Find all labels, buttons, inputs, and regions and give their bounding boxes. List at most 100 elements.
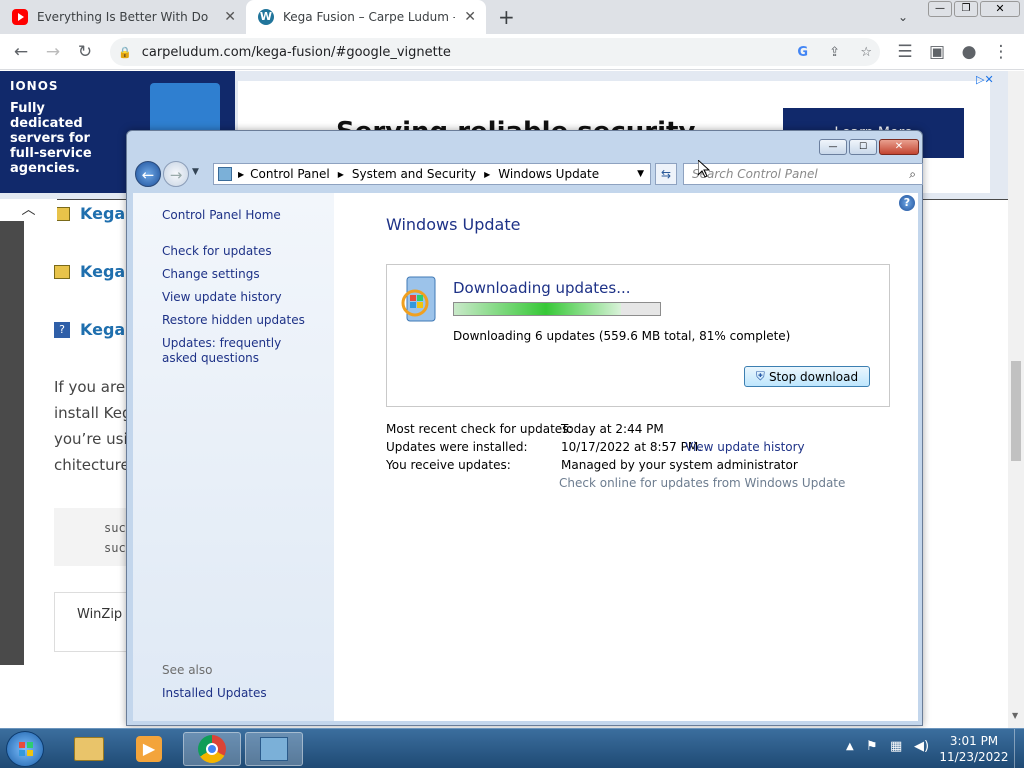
forward-icon[interactable]: → <box>38 34 68 70</box>
maximize-icon[interactable]: ☐ <box>849 139 877 155</box>
breadcrumb[interactable]: ▶ Control Panel ▶ System and Security ▶ … <box>213 163 651 185</box>
windows-update-icon <box>401 275 441 325</box>
paragraph-line: you’re usi <box>54 430 128 448</box>
control-panel-home-link[interactable]: Control Panel Home <box>162 208 281 222</box>
left-navigation-pane: Control Panel Home Check for updates Cha… <box>133 193 334 721</box>
show-desktop-button[interactable] <box>1014 729 1024 768</box>
clock[interactable]: 3:01 PM 11/23/2022 <box>935 733 1013 765</box>
chevron-right-icon: ▶ <box>238 169 245 179</box>
view-update-history-link[interactable]: View update history <box>685 440 805 454</box>
list-item-label: Kega <box>80 320 126 339</box>
status-title: Downloading updates... <box>453 279 631 297</box>
volume-icon[interactable]: ◀) <box>914 739 929 754</box>
close-icon[interactable]: ✕ <box>879 139 919 155</box>
view-update-history-link[interactable]: View update history <box>162 290 282 304</box>
recent-pages-icon[interactable]: ▼ <box>192 167 199 177</box>
info-value: Managed by your system administrator <box>561 458 798 472</box>
network-icon[interactable]: ▦ <box>890 739 902 754</box>
download-progress-bar <box>453 302 661 316</box>
paragraph-line: chitecture <box>54 456 130 474</box>
restore-icon[interactable]: ❐ <box>954 1 978 17</box>
paragraph-line: If you are <box>54 378 126 396</box>
chevron-right-icon: ▶ <box>337 169 344 179</box>
browser-toolbar: ← → ↻ 🔒 carpeludum.com/kega-fusion/#goog… <box>0 34 1024 70</box>
tab-title: Kega Fusion – Carpe Ludum – Ei <box>283 10 455 24</box>
chevron-down-icon[interactable]: ▼ <box>637 169 644 179</box>
back-icon[interactable]: ← <box>135 161 161 187</box>
collapse-ad-icon[interactable]: ︿ <box>0 199 57 221</box>
refresh-icon[interactable]: ⇆ <box>655 163 677 185</box>
faq-link[interactable]: Updates: frequently asked questions <box>162 336 312 366</box>
reload-icon[interactable]: ↻ <box>70 34 100 70</box>
media-player-icon[interactable]: ▶ <box>120 732 178 766</box>
progress-fill <box>454 303 621 315</box>
restore-hidden-updates-link[interactable]: Restore hidden updates <box>162 313 305 327</box>
minimize-icon[interactable]: — <box>928 1 952 17</box>
share-icon[interactable]: ⇪ <box>829 45 840 60</box>
close-window-icon[interactable]: ✕ <box>980 1 1020 17</box>
action-center-icon[interactable]: ⚑ <box>866 739 878 754</box>
windows-logo-icon <box>19 742 33 756</box>
article-paragraph: If you are install Keg you’re usi chitec… <box>54 374 132 478</box>
info-label: Most recent check for updates: <box>386 422 573 436</box>
see-also-label: See also <box>162 663 213 677</box>
google-icon[interactable]: G <box>797 45 808 60</box>
help-icon[interactable]: ? <box>899 195 915 211</box>
menu-icon[interactable]: ⋮ <box>986 34 1016 70</box>
check-online-link[interactable]: Check online for updates from Windows Up… <box>559 476 845 490</box>
installed-updates-link[interactable]: Installed Updates <box>162 686 267 700</box>
check-for-updates-link[interactable]: Check for updates <box>162 244 272 258</box>
show-hidden-icons[interactable]: ▲ <box>846 741 854 752</box>
shield-icon: ⛨ <box>755 369 765 383</box>
breadcrumb-item[interactable]: System and Security <box>352 167 476 181</box>
search-input[interactable]: Search Control Panel ⌕ <box>683 163 923 185</box>
update-status-box: Downloading updates... Downloading 6 upd… <box>386 264 890 407</box>
mouse-cursor <box>697 158 711 182</box>
forward-icon[interactable]: → <box>163 161 189 187</box>
ad-choices-icon[interactable]: ▷✕ <box>976 73 994 86</box>
lock-icon: 🔒 <box>118 45 132 59</box>
close-tab-icon[interactable]: ✕ <box>464 9 476 25</box>
tab-kega-fusion[interactable]: W Kega Fusion – Carpe Ludum – Ei ✕ <box>246 0 486 34</box>
clock-time: 3:01 PM <box>949 734 999 748</box>
wordpress-icon: W <box>258 9 274 25</box>
window-controls: — ❐ ✕ <box>928 1 1020 17</box>
url-text: carpeludum.com/kega-fusion/#google_vigne… <box>141 44 451 60</box>
address-bar[interactable]: 🔒 carpeludum.com/kega-fusion/#google_vig… <box>110 38 880 66</box>
page-scrollbar[interactable]: ▼ <box>1008 71 1024 728</box>
list-item[interactable]: ? Kega <box>54 320 125 339</box>
chrome-icon[interactable] <box>183 732 241 766</box>
help-file-icon: ? <box>54 321 70 338</box>
search-placeholder: Search Control Panel <box>692 167 818 181</box>
breadcrumb-item[interactable]: Windows Update <box>498 167 599 181</box>
start-button[interactable] <box>6 731 44 767</box>
control-panel-icon <box>218 167 232 181</box>
scrollbar-thumb[interactable] <box>1011 361 1021 461</box>
search-icon[interactable]: ⌕ <box>909 167 916 182</box>
file-explorer-icon[interactable] <box>60 732 118 766</box>
breadcrumb-item[interactable]: Control Panel <box>250 167 330 181</box>
info-label: Updates were installed: <box>386 440 528 454</box>
bookmark-star-icon[interactable]: ☆ <box>860 45 872 60</box>
tab-youtube[interactable]: Everything Is Better With Doodle ✕ <box>12 0 242 34</box>
youtube-icon <box>12 9 28 25</box>
reading-list-icon[interactable]: ☰ <box>890 34 920 70</box>
scroll-down-icon[interactable]: ▼ <box>1012 711 1018 720</box>
list-item[interactable]: Kega <box>54 262 125 281</box>
change-settings-link[interactable]: Change settings <box>162 267 260 281</box>
chevron-right-icon: ▶ <box>484 169 491 179</box>
tab-title: Everything Is Better With Doodle <box>37 10 209 24</box>
list-item[interactable]: Kega <box>54 204 125 223</box>
minimize-icon[interactable]: — <box>819 139 847 155</box>
back-icon[interactable]: ← <box>6 34 36 70</box>
side-panel-icon[interactable]: ▣ <box>922 34 952 70</box>
info-value: 10/17/2022 at 8:57 PM. <box>561 440 703 454</box>
windows-update-window: — ☐ ✕ ← → ▼ ▶ Control Panel ▶ System and… <box>126 130 923 726</box>
stop-download-button[interactable]: ⛨ Stop download <box>744 366 870 387</box>
tab-search-icon[interactable]: ⌄ <box>898 0 908 34</box>
close-tab-icon[interactable]: ✕ <box>224 9 236 25</box>
new-tab-button[interactable]: + <box>498 0 515 34</box>
control-panel-icon[interactable] <box>245 732 303 766</box>
list-item-label: Kega <box>80 262 126 281</box>
profile-icon[interactable]: ● <box>954 34 984 70</box>
